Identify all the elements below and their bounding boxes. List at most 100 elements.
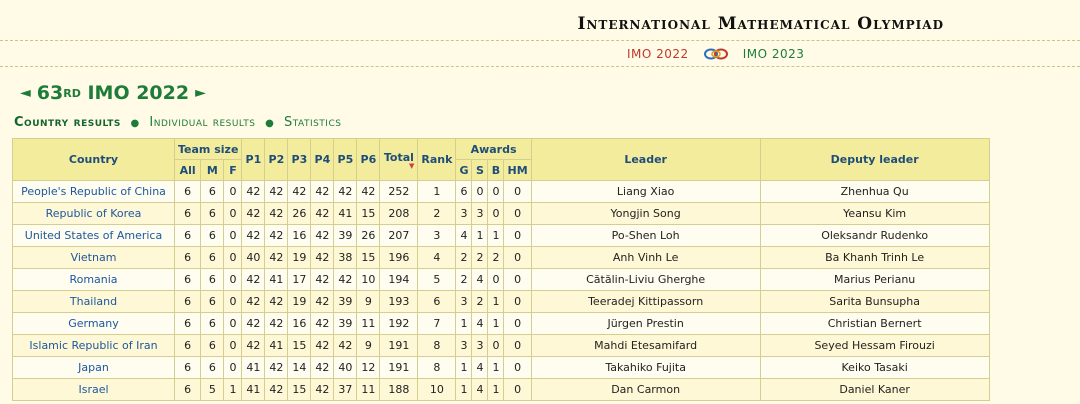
hm-header[interactable]: HM — [503, 159, 532, 181]
team-m-cell: 6 — [200, 334, 225, 357]
individual-results-link[interactable]: Individual results — [149, 115, 255, 130]
total-header[interactable]: Total ▼ — [379, 138, 419, 181]
gold-cell: 4 — [455, 224, 473, 247]
country-cell[interactable]: Islamic Republic of Iran — [12, 334, 175, 357]
deputy-leader-header[interactable]: Deputy leader — [759, 138, 990, 181]
prev-edition-link[interactable]: IMO 2022 — [627, 47, 689, 61]
p6-score-cell: 9 — [356, 290, 381, 313]
table-row: Islamic Republic of Iran 6 6 0 42 41 15 42 42 9 19… — [12, 334, 990, 357]
team-m-header[interactable]: M — [200, 159, 225, 181]
p3-header[interactable]: P3 — [287, 138, 312, 181]
p5-score-cell: 42 — [333, 180, 358, 203]
country-cell[interactable]: United States of America — [12, 224, 175, 247]
p4-score-cell: 42 — [310, 334, 335, 357]
p3-score-cell: 42 — [287, 180, 312, 203]
p4-header[interactable]: P4 — [310, 138, 335, 181]
p1-header[interactable]: P1 — [241, 138, 266, 181]
country-header[interactable]: Country — [12, 138, 175, 181]
p3-score-cell: 15 — [287, 334, 312, 357]
gold-cell: 3 — [455, 202, 473, 225]
gold-header[interactable]: G — [455, 159, 473, 181]
bronze-cell: 1 — [487, 378, 505, 401]
hm-cell: 0 — [503, 356, 532, 379]
bullet-separator: ● — [130, 118, 140, 129]
country-cell[interactable]: Germany — [12, 312, 175, 335]
p2-score-cell: 41 — [264, 334, 289, 357]
next-edition-arrow-icon[interactable]: ► — [195, 85, 206, 101]
gold-cell: 1 — [455, 378, 473, 401]
country-cell[interactable]: Romania — [12, 268, 175, 291]
leader-header[interactable]: Leader — [530, 138, 761, 181]
country-cell[interactable]: Republic of Korea — [12, 202, 175, 225]
team-m-cell: 6 — [200, 224, 225, 247]
p1-score-cell: 42 — [241, 334, 266, 357]
p2-header[interactable]: P2 — [264, 138, 289, 181]
gold-cell: 2 — [455, 246, 473, 269]
hm-cell: 0 — [503, 334, 532, 357]
bronze-cell: 1 — [487, 356, 505, 379]
p3-score-cell: 14 — [287, 356, 312, 379]
country-cell[interactable]: Thailand — [12, 290, 175, 313]
p5-header[interactable]: P5 — [333, 138, 358, 181]
p3-score-cell: 17 — [287, 268, 312, 291]
country-cell[interactable]: People's Republic of China — [12, 180, 175, 203]
silver-cell: 1 — [471, 224, 489, 247]
gold-cell: 1 — [455, 356, 473, 379]
bronze-cell: 0 — [487, 268, 505, 291]
table-row: Vietnam 6 6 0 40 42 19 42 38 15 196 4 2 2 2 0 Anh Vinh L… — [12, 246, 990, 269]
p2-score-cell: 42 — [264, 378, 289, 401]
rank-cell: 4 — [417, 246, 457, 269]
p1-score-cell: 40 — [241, 246, 266, 269]
team-f-cell: 0 — [223, 290, 243, 313]
p3-score-cell: 16 — [287, 224, 312, 247]
team-all-header[interactable]: All — [173, 159, 202, 181]
team-m-cell: 6 — [200, 180, 225, 203]
site-header: International Mathematical Olympiad — [0, 0, 1080, 41]
silver-cell: 4 — [471, 312, 489, 335]
bronze-cell: 1 — [487, 224, 505, 247]
team-f-header[interactable]: F — [223, 159, 243, 181]
prev-edition-arrow-icon[interactable]: ◄ — [20, 85, 31, 101]
p1-score-cell: 42 — [241, 224, 266, 247]
rank-cell: 3 — [417, 224, 457, 247]
team-f-cell: 0 — [223, 246, 243, 269]
p5-score-cell: 41 — [333, 202, 358, 225]
total-cell: 194 — [379, 268, 419, 291]
leader-cell: Teeradej Kittipassorn — [530, 290, 761, 313]
bullet-separator: ● — [265, 118, 275, 129]
next-edition-link[interactable]: IMO 2023 — [743, 47, 805, 61]
statistics-link[interactable]: Statistics — [284, 115, 342, 130]
rank-cell: 8 — [417, 334, 457, 357]
team-m-cell: 6 — [200, 268, 225, 291]
team-m-cell: 5 — [200, 378, 225, 401]
deputy-leader-cell: Oleksandr Rudenko — [759, 224, 990, 247]
total-cell: 208 — [379, 202, 419, 225]
country-cell[interactable]: Israel — [12, 378, 175, 401]
section-nav: Country results ● Individual results ● S… — [14, 115, 341, 130]
p1-score-cell: 41 — [241, 356, 266, 379]
p3-score-cell: 16 — [287, 312, 312, 335]
p1-score-cell: 42 — [241, 312, 266, 335]
p3-score-cell: 19 — [287, 246, 312, 269]
p6-header[interactable]: P6 — [356, 138, 381, 181]
deputy-leader-cell: Keiko Tasaki — [759, 356, 990, 379]
site-title[interactable]: International Mathematical Olympiad — [578, 14, 945, 34]
country-cell[interactable]: Japan — [12, 356, 175, 379]
bronze-header[interactable]: B — [487, 159, 505, 181]
table-row: Germany 6 6 0 42 42 16 42 39 11 192 7 1 4 1 0 Jürgen Pre… — [12, 312, 990, 335]
silver-cell: 4 — [471, 356, 489, 379]
deputy-leader-cell: Seyed Hessam Firouzi — [759, 334, 990, 357]
imo-logo-icon[interactable] — [703, 47, 729, 61]
team-f-cell: 0 — [223, 180, 243, 203]
edition-label: IMO 2022 — [87, 82, 190, 104]
silver-cell: 2 — [471, 246, 489, 269]
rank-header[interactable]: Rank — [417, 138, 457, 181]
p3-score-cell: 26 — [287, 202, 312, 225]
p4-score-cell: 42 — [310, 356, 335, 379]
bronze-cell: 1 — [487, 312, 505, 335]
deputy-leader-cell: Yeansu Kim — [759, 202, 990, 225]
team-m-cell: 6 — [200, 356, 225, 379]
silver-header[interactable]: S — [471, 159, 489, 181]
p5-score-cell: 39 — [333, 312, 358, 335]
country-cell[interactable]: Vietnam — [12, 246, 175, 269]
